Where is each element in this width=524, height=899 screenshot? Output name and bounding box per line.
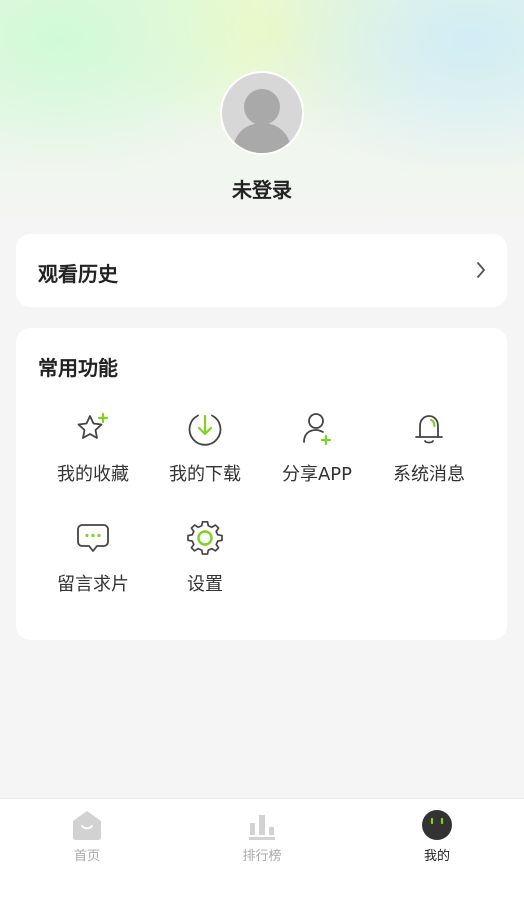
favorites-label: 我的收藏 xyxy=(57,464,129,485)
tab-mine[interactable]: 我的 xyxy=(350,799,524,864)
star-plus-icon xyxy=(77,412,109,439)
system-messages-button[interactable]: 系统消息 xyxy=(373,410,485,486)
tab-ranking-label: 排行榜 xyxy=(242,849,282,864)
watch-history-card[interactable]: 观看历史 xyxy=(16,234,507,307)
common-functions-card: 常用功能 我的收藏 我的下载 分享APP 系统消息 留言求片 设置 xyxy=(16,328,507,640)
username[interactable]: 未登录 xyxy=(0,174,524,203)
avatar[interactable] xyxy=(220,71,304,155)
profile-face-icon xyxy=(422,810,452,840)
watch-history-title: 观看历史 xyxy=(38,262,118,286)
downloads-label: 我的下载 xyxy=(169,464,241,485)
ranking-icon xyxy=(249,815,275,840)
message-icon xyxy=(77,524,109,552)
bottom-tab-bar: 首页 排行榜 我的 xyxy=(0,798,524,899)
download-icon xyxy=(188,414,222,446)
chevron-right-icon xyxy=(477,262,485,278)
request-movie-button[interactable]: 留言求片 xyxy=(37,520,149,596)
downloads-button[interactable]: 我的下载 xyxy=(149,410,261,486)
settings-button[interactable]: 设置 xyxy=(149,520,261,596)
home-icon xyxy=(73,811,101,840)
system-messages-label: 系统消息 xyxy=(393,464,465,485)
common-functions-title: 常用功能 xyxy=(38,356,118,380)
tab-home-label: 首页 xyxy=(73,849,100,864)
share-app-button[interactable]: 分享APP xyxy=(261,410,373,486)
request-movie-label: 留言求片 xyxy=(57,574,129,595)
tab-mine-label: 我的 xyxy=(423,849,450,864)
tab-ranking[interactable]: 排行榜 xyxy=(175,799,349,864)
gear-icon xyxy=(187,520,223,555)
default-avatar-icon xyxy=(232,89,292,153)
favorites-button[interactable]: 我的收藏 xyxy=(37,410,149,486)
bell-icon xyxy=(415,415,443,444)
tab-home[interactable]: 首页 xyxy=(0,799,174,864)
settings-label: 设置 xyxy=(187,574,223,595)
share-user-icon xyxy=(303,413,332,446)
share-app-label: 分享APP xyxy=(281,464,353,485)
